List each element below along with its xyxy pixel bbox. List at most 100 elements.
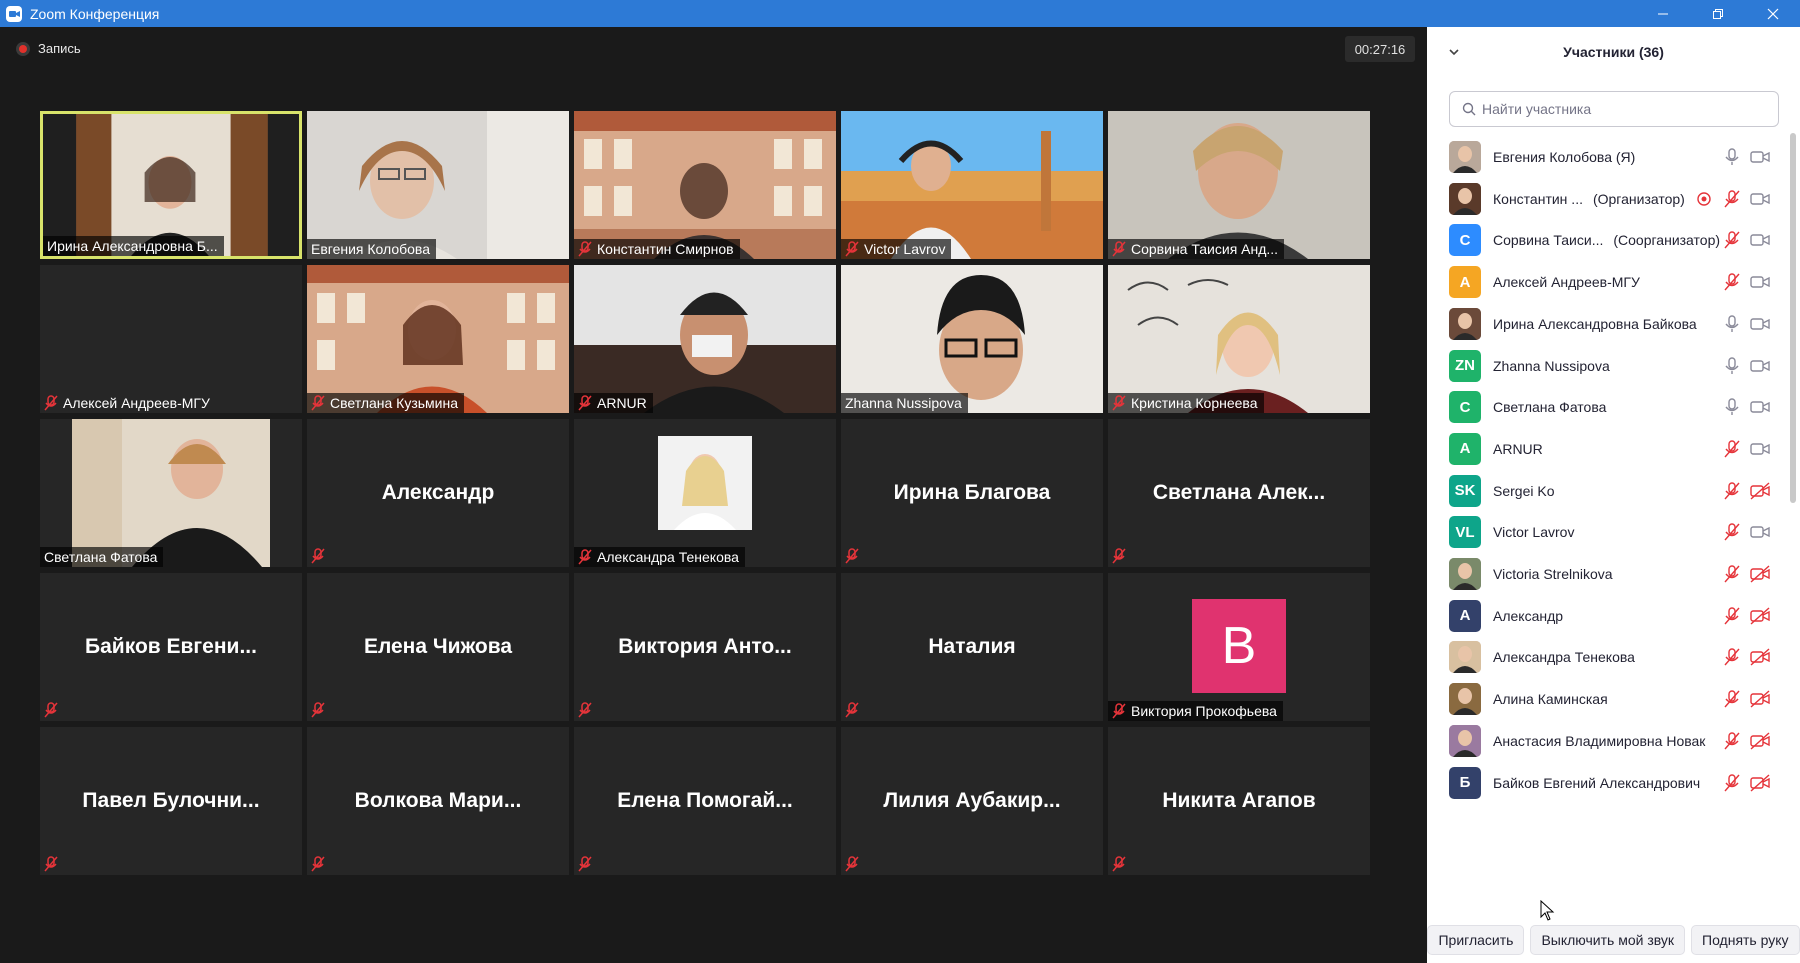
video-tile[interactable]: Светлана Фатова [40, 419, 302, 567]
name-tile[interactable]: Наталия [841, 573, 1103, 721]
participant-name: Константин Смирнов [597, 241, 734, 257]
record-icon [16, 41, 30, 56]
invite-button[interactable]: Пригласить [1427, 925, 1525, 955]
name-tile[interactable]: Ирина Благова [841, 419, 1103, 567]
name-tile[interactable]: Никита Агапов [1108, 727, 1370, 875]
name-tile[interactable]: Елена Чижова [307, 573, 569, 721]
meeting-view: Запись 00:27:16 Ирина Александровна Б... [0, 27, 1427, 963]
participant-name: Алексей Андреев-МГУ [1493, 274, 1640, 291]
mic-muted-icon [44, 395, 58, 411]
video-tile[interactable]: ARNUR [574, 265, 836, 413]
participant-avatar-initials: VL [1449, 516, 1481, 549]
participant-name-container: Анастасия Владимировна Новак [1493, 733, 1705, 749]
recording-icon [1697, 191, 1711, 206]
participant-name: Sergei Ko [1493, 482, 1555, 499]
recording-label: Запись [38, 41, 81, 56]
video-tile[interactable]: Александра Тенекова [574, 419, 836, 567]
participant-display-name: Елена Помогай... [617, 789, 793, 812]
participant-avatar-initials: А [1449, 266, 1481, 299]
video-tile[interactable]: Евгения Колобова [307, 111, 569, 259]
participant-video [307, 111, 569, 259]
participants-panel: Участники (36) Найти участника Евгения К… [1427, 27, 1800, 963]
video-tile[interactable]: Ирина Александровна Б... [40, 111, 302, 259]
participant-display-name: Светлана Алек... [1152, 481, 1326, 504]
participant-name: Ирина Александровна Б... [47, 238, 218, 254]
name-tile[interactable]: Светлана Алек... [1108, 419, 1370, 567]
mic-muted-icon [1724, 606, 1740, 625]
video-tile[interactable]: Константин Смирнов [574, 111, 836, 259]
mic-muted-icon [845, 702, 859, 718]
participant-name-container: Алексей Андреев-МГУ [1493, 274, 1640, 290]
mic-muted-icon [311, 548, 325, 564]
restore-icon [1712, 8, 1723, 19]
participant-status-icons [1714, 231, 1770, 249]
recording-indicator[interactable]: Запись [16, 41, 81, 56]
participant-display-name: Волкова Мари... [354, 789, 522, 812]
participant-video [307, 265, 569, 413]
camera-icon [1750, 151, 1770, 163]
mic-muted-icon [1724, 648, 1740, 666]
participant-name: Александр [1493, 607, 1564, 624]
minimize-icon [1657, 13, 1668, 14]
video-tile[interactable]: Алексей Андреев-МГУ [40, 265, 302, 413]
participant-avatar-photo [1449, 307, 1481, 340]
minimize-button[interactable] [1635, 0, 1690, 27]
participant-avatar-initials: ZN [1449, 349, 1481, 382]
participant-name: Евгения Колобова (Я) [1493, 149, 1636, 165]
participant-name: Светлана Фатова [44, 549, 158, 565]
participant-name-container: Алина Каминская [1493, 691, 1608, 707]
mic-muted-icon [1724, 231, 1740, 249]
name-tile[interactable]: Александр [307, 419, 569, 567]
participant-name-container: Константин ... (Организатор) [1493, 191, 1685, 207]
video-tile[interactable]: Сорвина Таисия Анд... [1108, 111, 1370, 259]
participant-avatar-photo [1449, 141, 1481, 173]
participant-status-icons [1714, 773, 1770, 792]
name-tile[interactable]: Павел Булочни... [40, 727, 302, 875]
participants-scrollbar[interactable] [1790, 133, 1796, 503]
video-tile[interactable]: Zhanna Nussipova [841, 265, 1103, 413]
participant-name: Светлана Кузьмина [330, 395, 459, 411]
participant-search[interactable]: Найти участника [1449, 91, 1779, 127]
participant-role: (Соорганизатор) [1613, 232, 1721, 249]
participant-avatar-photo [1449, 182, 1481, 215]
mic-muted-icon [1724, 523, 1740, 541]
restore-button[interactable] [1690, 0, 1745, 27]
mic-muted-icon [1724, 773, 1740, 791]
video-tile[interactable]: Victor Lavrov [841, 111, 1103, 259]
mic-muted-icon [1724, 732, 1740, 750]
close-button[interactable] [1745, 0, 1800, 27]
camera-icon [1750, 401, 1770, 413]
name-tile[interactable]: Виктория Анто... [574, 573, 836, 721]
video-tile[interactable]: Светлана Кузьмина [307, 265, 569, 413]
name-tile[interactable]: Волкова Мари... [307, 727, 569, 875]
video-tile[interactable]: В Виктория Прокофьева [1108, 573, 1370, 721]
mute-me-button[interactable]: Выключить мой звук [1530, 925, 1685, 955]
participant-status-icons [1686, 189, 1770, 208]
name-tile[interactable]: Байков Евгени... [40, 573, 302, 721]
participant-row[interactable]: Б Байков Евгений Александрович [1427, 759, 1800, 807]
participant-name-container: Zhanna Nussipova [1493, 358, 1610, 374]
participant-status-icons [1714, 315, 1770, 333]
mic-icon [1725, 398, 1739, 416]
participant-video [574, 111, 836, 259]
title-bar: Zoom Конференция [0, 0, 1800, 27]
participant-avatar-photo [1449, 558, 1481, 590]
profile-photo [658, 436, 752, 530]
participant-name-container: Светлана Фатова [1493, 399, 1606, 415]
name-tile[interactable]: Елена Помогай... [574, 727, 836, 875]
window-title: Zoom Конференция [30, 5, 160, 22]
name-tile[interactable]: Лилия Аубакир... [841, 727, 1103, 875]
participant-avatar-initials: С [1449, 224, 1481, 257]
raise-hand-button[interactable]: Поднять руку [1691, 925, 1800, 955]
mic-icon [1725, 315, 1739, 332]
participant-status-icons [1714, 148, 1770, 166]
zoom-window: Zoom Конференция Запись 00:27:16 Ирина А… [0, 0, 1800, 963]
chevron-down-icon[interactable] [1447, 45, 1461, 59]
participant-avatar-photo [1449, 683, 1481, 716]
camera-off-icon [1750, 732, 1770, 750]
participant-display-name: Байков Евгени... [85, 635, 257, 658]
video-tile[interactable]: Кристина Корнеева [1108, 265, 1370, 413]
mic-muted-icon [578, 395, 592, 411]
participant-display-name: Александр [381, 481, 495, 504]
mic-muted-icon [1724, 189, 1740, 208]
